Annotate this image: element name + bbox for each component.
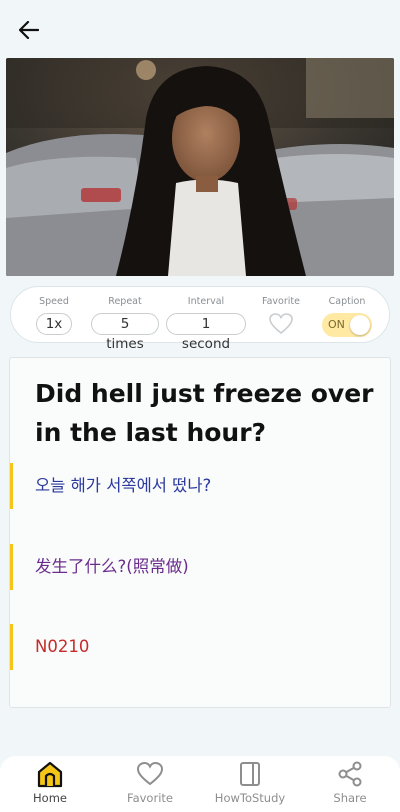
sentence-line-1: Did hell just freeze over [35, 379, 374, 408]
nav-favorite-label: Favorite [127, 791, 173, 805]
caption-toggle-state: ON [328, 318, 345, 331]
repeat-label: Repeat [108, 296, 142, 307]
favorite-toggle-button[interactable] [255, 312, 307, 340]
bottom-navigation: Home Favorite HowToStudy Share [0, 756, 400, 812]
sentence-line-2: in the last hour? [35, 418, 267, 447]
video-player[interactable] [6, 58, 394, 276]
sentence-card: Did hell just freeze over in the last ho… [9, 357, 391, 708]
nav-howtostudy-label: HowToStudy [214, 791, 286, 805]
caption-toggle[interactable]: ON [322, 313, 372, 337]
favorite-control: Favorite [255, 287, 307, 344]
nav-home-label: Home [33, 791, 67, 805]
top-bar [0, 0, 400, 56]
nav-home[interactable]: Home [0, 756, 100, 812]
interval-label: Interval [187, 296, 225, 307]
share-icon [336, 760, 364, 788]
toggle-knob [350, 315, 370, 335]
favorite-label: Favorite [262, 296, 300, 307]
speed-control: Speed 1x [25, 287, 83, 344]
translation-chinese: 发生了什么?(照常做) [10, 544, 370, 590]
speed-button[interactable]: 1x [35, 313, 73, 335]
heart-icon [136, 760, 164, 788]
interval-control: Interval 1 second [166, 287, 246, 352]
sentence-text: Did hell just freeze over in the last ho… [35, 374, 380, 452]
nav-share-label: Share [333, 791, 367, 805]
video-frame [6, 58, 394, 276]
playback-controls: Speed 1x Repeat 5 times Interval 1 secon… [10, 286, 390, 352]
arrow-left-icon [19, 21, 39, 39]
repeat-control: Repeat 5 times [91, 287, 159, 352]
heart-outline-icon [269, 313, 293, 335]
speed-label: Speed [39, 296, 69, 307]
interval-button[interactable]: 1 second [166, 313, 246, 352]
book-icon [236, 760, 264, 788]
nav-favorite[interactable]: Favorite [100, 756, 200, 812]
home-icon [36, 760, 64, 788]
caption-control: Caption ON [317, 287, 377, 344]
nav-share[interactable]: Share [300, 756, 400, 812]
repeat-button[interactable]: 5 times [91, 313, 159, 352]
back-button[interactable] [14, 16, 44, 44]
nav-howtostudy[interactable]: HowToStudy [200, 756, 300, 812]
caption-label: Caption [328, 296, 366, 307]
episode-code: N0210 [10, 624, 370, 670]
translation-korean: 오늘 해가 서쪽에서 떴나? [10, 463, 370, 509]
